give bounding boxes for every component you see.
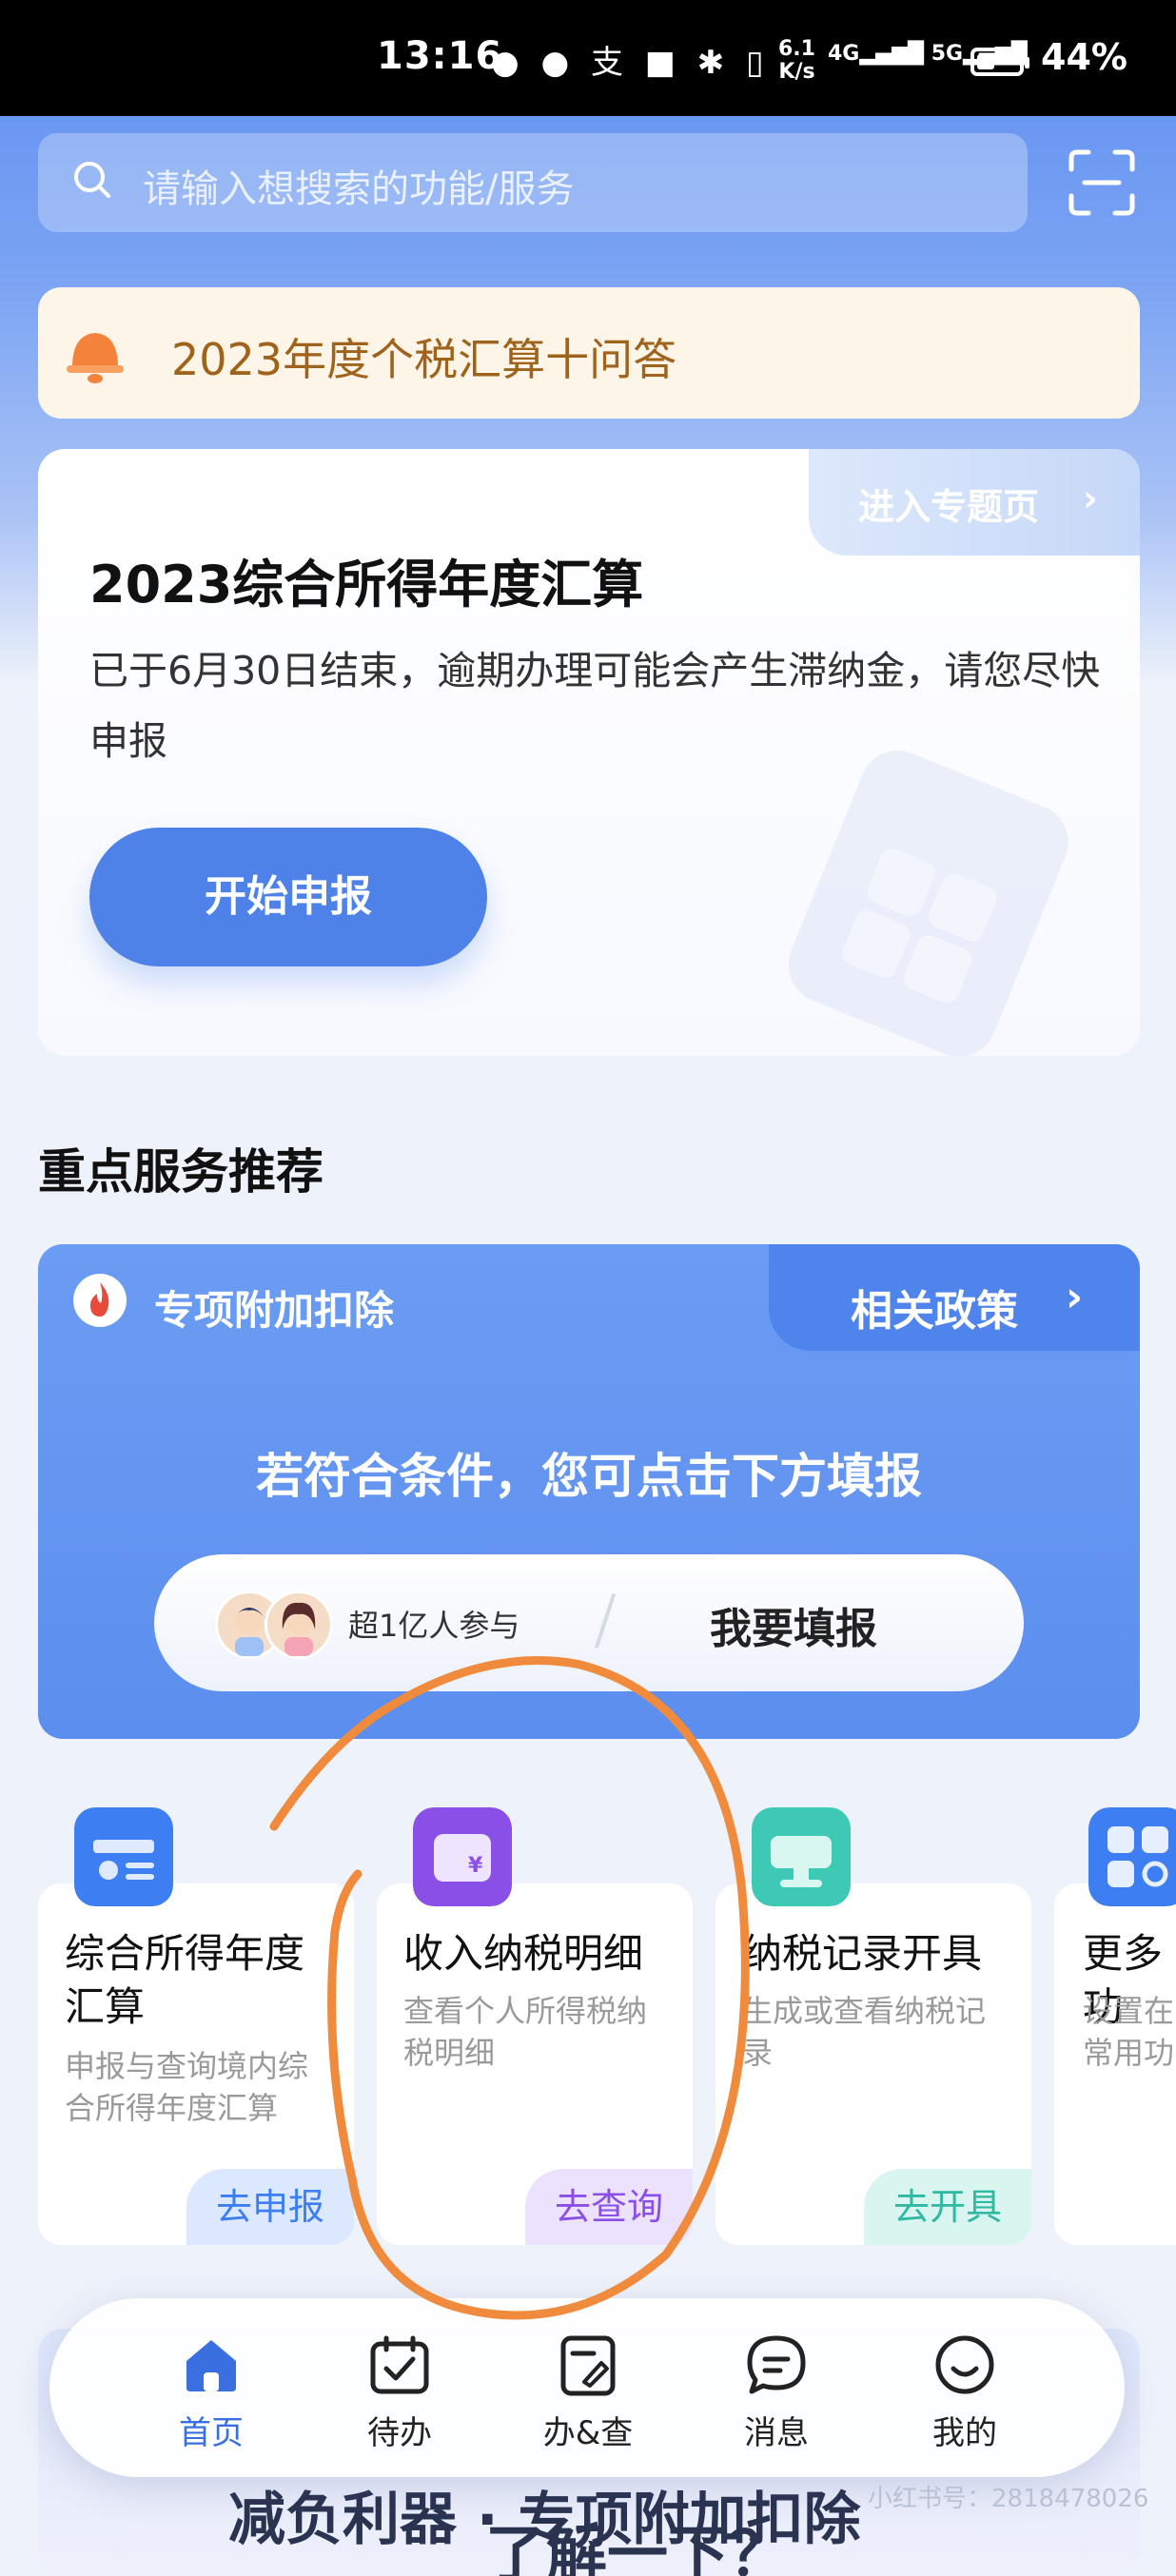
scan-icon[interactable] [1068, 148, 1136, 217]
battery-icon [970, 48, 1029, 76]
bottom-navigation: 首页 待办 办&查 消息 我的 [49, 2298, 1125, 2477]
fire-icon [73, 1274, 127, 1327]
smile-icon [935, 2335, 994, 2394]
service-desc-line1: 生成或查看纳税记 [742, 1993, 987, 2029]
nav-me[interactable]: 我的 [908, 2332, 1022, 2453]
service-title-line1: 综合所得年度 [65, 1930, 305, 1977]
avatar-female-icon [265, 1590, 333, 1659]
nav-label: 办&查 [542, 2414, 634, 2452]
chevron-right-icon: › [1083, 478, 1098, 519]
net-speed-unit: K/s [778, 60, 815, 84]
calendar-check-icon [370, 2335, 429, 2394]
nav-label: 首页 [179, 2414, 244, 2452]
service-desc-line2: 常用功 [1083, 2035, 1175, 2071]
nav-label: 消息 [744, 2414, 809, 2452]
service-description: 生成或查看纳税记 录 [742, 1990, 986, 2074]
wallet-yuan-icon: ¥ [413, 1807, 512, 1906]
home-icon [186, 2340, 236, 2391]
chevron-right-icon: › [1066, 1273, 1084, 1321]
nav-label: 待办 [367, 2414, 432, 2452]
service-card-income-detail[interactable]: ¥ 收入纳税明细 查看个人所得税纳 税明细 去查询 [377, 1807, 693, 2245]
service-description: 设置在 常用功 [1083, 1990, 1174, 2074]
promo-line2: 了解一下？ [485, 2520, 790, 2576]
deduction-prompt: 若符合条件，您可点击下方填报 [256, 1449, 922, 1504]
related-policy-link[interactable]: 相关政策 › [769, 1244, 1140, 1351]
service-card-annual[interactable]: 综合所得年度 汇算 申报与查询境内综 合所得年度汇算 去申报 [38, 1807, 354, 2245]
service-title: 收入纳税明细 [403, 1930, 644, 1977]
nav-home[interactable]: 首页 [154, 2332, 268, 2453]
grid-search-icon [1088, 1807, 1176, 1906]
service-card-more[interactable]: 更多功 设置在 常用功 [1054, 1807, 1176, 2245]
message-icon [747, 2335, 806, 2394]
bell-icon [67, 333, 124, 383]
go-query-button[interactable]: 去查询 [525, 2169, 693, 2245]
service-desc-line2: 合所得年度汇算 [65, 2090, 279, 2126]
service-title: 纳税记录开具 [742, 1930, 983, 1977]
service-description: 查看个人所得税纳 税明细 [403, 1990, 647, 2074]
section-title: 重点服务推荐 [38, 1144, 323, 1200]
search-placeholder: 请输入想搜索的功能/服务 [143, 167, 575, 211]
notice-text: 2023年度个税汇算十问答 [171, 334, 677, 385]
search-icon [74, 162, 110, 198]
service-title-line2: 汇算 [65, 1983, 146, 2030]
special-deduction-card: 专项附加扣除 相关政策 › 若符合条件，您可点击下方填报 超1亿人参与 我要填报 [38, 1244, 1140, 1739]
status-bar: 13:16 ● ● 支 ■ ✱ ▯ 6.1 K/s 4G▂▄▆█ 5G▂▄▆█ … [0, 0, 1176, 116]
nav-messages[interactable]: 消息 [719, 2332, 833, 2453]
participants-count: 超1亿人参与 [348, 1608, 520, 1644]
nav-label: 我的 [932, 2414, 997, 2452]
annual-settlement-card: 进入专题页 › 2023综合所得年度汇算 已于6月30日结束，逾期办理可能会产生… [38, 449, 1140, 1056]
service-card-tax-record[interactable]: 纳税记录开具 生成或查看纳税记 录 去开具 [715, 1807, 1031, 2245]
topic-page-label: 进入专题页 [858, 486, 1040, 528]
deduction-title: 专项附加扣除 [154, 1287, 395, 1334]
service-desc-line1: 设置在 [1083, 1993, 1175, 2029]
service-description: 申报与查询境内综 合所得年度汇算 [65, 2045, 308, 2129]
battery-percent: 44% [1041, 36, 1127, 78]
search-input[interactable]: 请输入想搜索的功能/服务 [38, 133, 1028, 232]
svg-text:¥: ¥ [468, 1854, 483, 1878]
topic-page-link[interactable]: 进入专题页 › [809, 449, 1140, 556]
fill-report-pill[interactable]: 超1亿人参与 我要填报 [154, 1554, 1024, 1691]
notification-icons: ● ● 支 ■ ✱ ▯ [491, 44, 770, 82]
fill-report-button[interactable]: 我要填报 [710, 1594, 877, 1655]
service-desc-line1: 查看个人所得税纳 [403, 1993, 648, 2029]
divider [594, 1592, 617, 1649]
nav-handle-query[interactable]: 办&查 [531, 2332, 645, 2453]
battery-fill [977, 54, 994, 69]
status-time: 13:16 [377, 34, 503, 78]
start-filing-button[interactable]: 开始申报 [89, 828, 487, 966]
annual-title: 2023综合所得年度汇算 [89, 555, 644, 615]
service-desc-line2: 录 [742, 2035, 774, 2071]
card-add-icon [74, 1807, 173, 1906]
nav-todo[interactable]: 待办 [343, 2332, 457, 2453]
stamp-card-icon [752, 1807, 851, 1906]
net-speed-value: 6.1 [778, 37, 815, 61]
calculator-illustration [788, 751, 1068, 1056]
service-title: 综合所得年度 汇算 [65, 1927, 304, 2034]
service-desc-line2: 税明细 [403, 2035, 496, 2071]
service-desc-line1: 申报与查询境内综 [65, 2048, 309, 2084]
network-speed: 6.1 K/s [778, 38, 815, 84]
related-policy-label: 相关政策 [851, 1287, 1018, 1336]
document-edit-icon [560, 2335, 616, 2396]
go-issue-button[interactable]: 去开具 [864, 2169, 1031, 2245]
watermark: 小红书号：2818478026 [868, 2485, 1149, 2513]
notice-banner[interactable]: 2023年度个税汇算十问答 [38, 287, 1140, 419]
go-file-button[interactable]: 去申报 [186, 2169, 354, 2245]
